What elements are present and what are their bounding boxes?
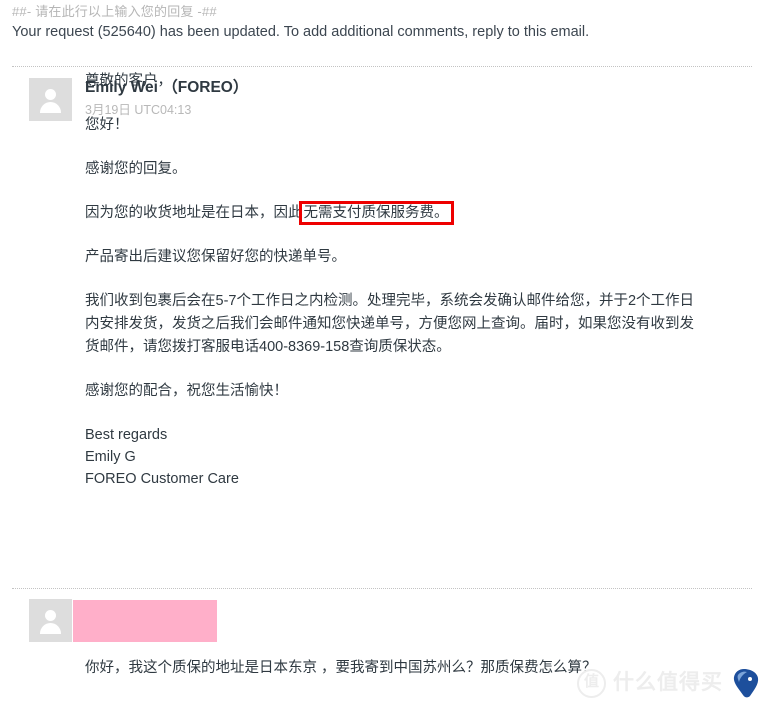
paragraph-highlight: 因为您的收货地址是在日本，因此无需支付质保服务费。 [85, 201, 699, 225]
thread-divider-bottom [12, 588, 752, 589]
avatar-head-shape [45, 610, 56, 621]
user-avatar-icon [29, 78, 72, 121]
avatar-body-shape [40, 623, 61, 634]
signature-line-2: Emily G [85, 449, 136, 465]
highlight-lead-text: 因为您的收货地址是在日本，因此 [85, 205, 303, 221]
paragraph-thanks: 感谢您的回复。 [85, 161, 187, 177]
signature-line-3: FOREO Customer Care [85, 471, 239, 487]
signature-line-1: Best regards [85, 427, 168, 443]
avatar-body-shape [40, 102, 61, 113]
comment-body-agent: 尊敬的客户， 您好！ 感谢您的回复。 因为您的收货地址是在日本，因此无需支付质保… [85, 70, 699, 490]
paragraph-greeting: 尊敬的客户， [85, 73, 172, 89]
paragraph-closing: 感谢您的配合，祝您生活愉快！ [85, 383, 288, 399]
redacted-identity-block [73, 600, 217, 642]
request-updated-notice: Your request (525640) has been updated. … [12, 24, 590, 40]
signature-block: Best regards Emily G FOREO Customer Care [85, 424, 699, 490]
reply-above-this-line-marker: ##- 请在此行以上输入您的回复 -## [12, 4, 217, 19]
email-thread-page: ##- 请在此行以上输入您的回复 -## Your request (52564… [0, 0, 764, 707]
thread-divider-top [12, 66, 752, 67]
paragraph-tracking: 产品寄出后建议您保留好您的快递单号。 [85, 249, 346, 265]
red-highlight-box: 无需支付质保服务费。 [298, 201, 454, 225]
paragraph-hello: 您好！ [85, 117, 129, 133]
comment-body-customer: 你好，我这个质保的地址是日本东京 ，要我寄到中国苏州么？那质保费怎么算？ [85, 660, 597, 676]
paragraph-process: 我们收到包裹后会在5-7个工作日之内检测。处理完毕，系统会发确认邮件给您，并于2… [85, 293, 695, 355]
user-avatar-icon [29, 599, 72, 642]
smzdm-mascot-icon [733, 669, 759, 698]
avatar-head-shape [45, 89, 56, 100]
